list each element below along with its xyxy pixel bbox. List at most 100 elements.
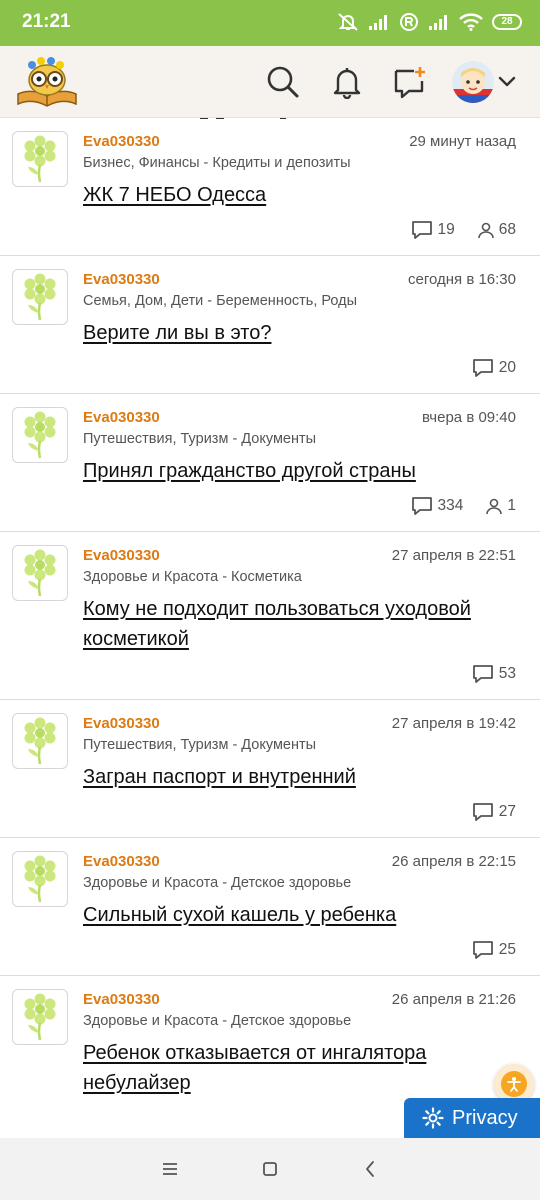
list-item[interactable]: Eva030330 27 апреля в 22:51 Здоровье и К… bbox=[0, 532, 540, 700]
comments-stat: 19 bbox=[410, 220, 455, 240]
flower-icon bbox=[24, 549, 56, 597]
home-button[interactable] bbox=[258, 1157, 282, 1181]
list-item[interactable]: Eva030330 сегодня в 16:30 Семья, Дом, Де… bbox=[0, 256, 540, 394]
comments-count: 20 bbox=[498, 359, 516, 376]
avatar[interactable] bbox=[12, 545, 68, 601]
avatar[interactable] bbox=[12, 269, 68, 325]
post-category[interactable]: Семья, Дом, Дети - Беременность, Роды bbox=[83, 293, 357, 309]
post-category[interactable]: Здоровье и Красота - Косметика bbox=[83, 569, 302, 585]
avatar[interactable] bbox=[12, 851, 68, 907]
list-item[interactable]: Eva030330 вчера в 09:40 Путешествия, Тур… bbox=[0, 394, 540, 532]
gear-icon bbox=[422, 1107, 444, 1129]
comments-stat: 20 bbox=[471, 358, 516, 378]
comment-icon bbox=[472, 941, 493, 959]
list-item[interactable]: Eva030330 29 минут назад Бизнес, Финансы… bbox=[0, 118, 540, 256]
users-stat: 68 bbox=[477, 221, 516, 239]
post-date: вчера в 09:40 bbox=[422, 409, 516, 426]
author-link[interactable]: Eva030330 bbox=[83, 853, 160, 870]
comments-count: 25 bbox=[498, 941, 516, 958]
post-title[interactable]: Сильный сухой кашель у ребенка bbox=[83, 900, 523, 930]
list-item[interactable]: Eva030330 26 апреля в 22:15 Здоровье и К… bbox=[0, 838, 540, 976]
chevron-down-icon bbox=[498, 76, 516, 87]
home-icon bbox=[263, 1162, 277, 1176]
avatar[interactable] bbox=[12, 131, 68, 187]
registered-icon bbox=[400, 13, 418, 31]
post-category[interactable]: Путешествия, Туризм - Документы bbox=[83, 431, 316, 447]
comments-stat: 53 bbox=[471, 664, 516, 684]
signal-icon bbox=[369, 15, 387, 30]
post-date: 27 апреля в 19:42 bbox=[391, 715, 516, 732]
post-category[interactable]: Здоровье и Красота - Детское здоровье bbox=[83, 875, 351, 891]
flower-icon bbox=[24, 135, 56, 183]
avatar[interactable] bbox=[12, 407, 68, 463]
flower-icon bbox=[24, 717, 56, 765]
bell-icon bbox=[333, 68, 361, 99]
post-stats: 25 bbox=[471, 940, 516, 960]
post-category[interactable]: Здоровье и Красота - Детское здоровье bbox=[83, 1013, 351, 1029]
author-link[interactable]: Eva030330 bbox=[83, 715, 160, 732]
battery-icon: 28 bbox=[492, 14, 522, 30]
avatar[interactable] bbox=[452, 61, 494, 103]
back-icon bbox=[366, 1161, 374, 1177]
author-link[interactable]: Eva030330 bbox=[83, 133, 160, 150]
comment-icon bbox=[411, 221, 432, 239]
notifications-button[interactable] bbox=[325, 60, 369, 104]
status-icons: 28 bbox=[337, 12, 522, 32]
post-title[interactable]: ЖК 7 НЕБО Одесса bbox=[83, 180, 523, 210]
profile-menu-button[interactable] bbox=[496, 70, 518, 92]
avatar[interactable] bbox=[12, 989, 68, 1045]
author-link[interactable]: Eva030330 bbox=[83, 271, 160, 288]
comments-count: 334 bbox=[437, 497, 464, 514]
back-button[interactable] bbox=[358, 1157, 382, 1181]
menu-button[interactable] bbox=[158, 1157, 182, 1181]
mute-icon bbox=[338, 13, 358, 31]
users-stat: 1 bbox=[485, 497, 516, 515]
status-time: 21:21 bbox=[22, 11, 71, 32]
post-date: 27 апреля в 22:51 bbox=[391, 547, 516, 564]
comment-icon bbox=[472, 359, 493, 377]
post-category[interactable]: Путешествия, Туризм - Документы bbox=[83, 737, 316, 753]
menu-icon bbox=[163, 1163, 177, 1175]
search-button[interactable] bbox=[261, 60, 305, 104]
comment-icon bbox=[472, 803, 493, 821]
users-count: 68 bbox=[498, 221, 516, 238]
new-message-button[interactable] bbox=[388, 60, 432, 104]
flower-icon bbox=[24, 273, 56, 321]
system-nav-bar bbox=[0, 1138, 540, 1200]
author-link[interactable]: Eva030330 bbox=[83, 991, 160, 1008]
list-item[interactable]: Eva030330 27 апреля в 19:42 Путешествия,… bbox=[0, 700, 540, 838]
app-header bbox=[0, 46, 540, 118]
signal-icon bbox=[429, 15, 447, 30]
user-icon bbox=[477, 222, 494, 239]
privacy-label: Privacy bbox=[452, 1106, 518, 1129]
post-date: 29 минут назад bbox=[409, 133, 516, 150]
post-stats: 53 bbox=[471, 664, 516, 684]
privacy-button[interactable]: Privacy bbox=[404, 1098, 540, 1138]
comments-count: 19 bbox=[437, 221, 455, 238]
comments-stat: 27 bbox=[471, 802, 516, 822]
post-stats: 27 bbox=[471, 802, 516, 822]
new-message-icon bbox=[394, 67, 425, 99]
comments-count: 53 bbox=[498, 665, 516, 682]
post-title[interactable]: Принял гражданство другой страны bbox=[83, 456, 523, 486]
flower-icon bbox=[24, 993, 56, 1041]
owl-book-logo[interactable] bbox=[14, 54, 80, 110]
status-bar: 21:21 28 bbox=[0, 0, 540, 46]
post-title[interactable]: Загран паспорт и внутренний bbox=[83, 762, 523, 792]
comments-stat: 25 bbox=[471, 940, 516, 960]
post-date: 26 апреля в 21:26 bbox=[391, 991, 516, 1008]
post-title[interactable]: Кому не подходит пользоваться уходовой к… bbox=[83, 594, 523, 654]
post-title[interactable]: Ребенок отказывается от ингалятора небул… bbox=[83, 1038, 523, 1098]
post-category[interactable]: Бизнес, Финансы - Кредиты и депозиты bbox=[83, 155, 351, 171]
avatar[interactable] bbox=[12, 713, 68, 769]
comments-count: 27 bbox=[498, 803, 516, 820]
author-link[interactable]: Eva030330 bbox=[83, 409, 160, 426]
post-stats: 19 68 bbox=[410, 220, 516, 240]
post-list: Eva030330 29 минут назад Бизнес, Финансы… bbox=[0, 118, 540, 1138]
comment-icon bbox=[411, 497, 432, 515]
author-link[interactable]: Eva030330 bbox=[83, 547, 160, 564]
search-icon bbox=[267, 66, 299, 98]
post-title[interactable]: Верите ли вы в это? bbox=[83, 318, 523, 348]
post-stats: 334 1 bbox=[410, 496, 516, 516]
post-date: сегодня в 16:30 bbox=[408, 271, 516, 288]
